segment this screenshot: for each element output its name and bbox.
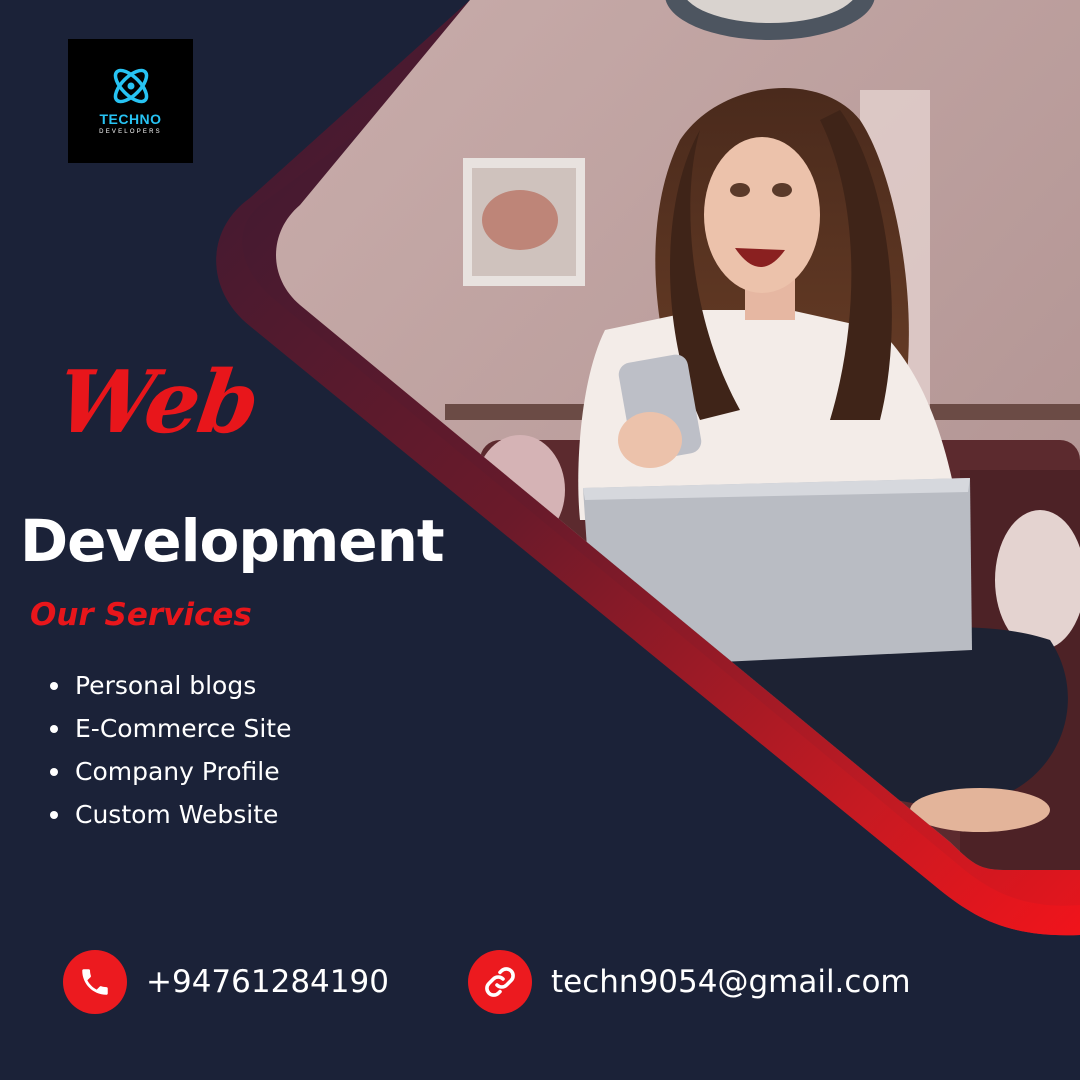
- email-address[interactable]: techn9054@gmail.com: [551, 964, 911, 1000]
- services-list: Personal blogs E-Commerce Site Company P…: [50, 664, 291, 836]
- headline-main-word: Development: [20, 507, 445, 575]
- list-item: Custom Website: [50, 793, 291, 836]
- brand-tagline: DEVELOPERS: [99, 129, 162, 135]
- web-development-flyer: TECHNO DEVELOPERS Web Development Our Se…: [0, 0, 1080, 1080]
- service-label: Custom Website: [75, 800, 279, 829]
- list-item: E-Commerce Site: [50, 707, 291, 750]
- phone-number[interactable]: +94761284190: [146, 964, 389, 1000]
- service-label: Personal blogs: [75, 671, 257, 700]
- list-item: Company Profile: [50, 750, 291, 793]
- link-icon[interactable]: [468, 950, 532, 1014]
- bullet-icon: [50, 810, 58, 819]
- service-label: E-Commerce Site: [75, 714, 292, 743]
- headline-script-word: Web: [50, 352, 264, 453]
- link-glyph: [485, 967, 515, 997]
- brand-name: TECHNO: [99, 111, 162, 127]
- phone-glyph: [82, 969, 108, 995]
- list-item: Personal blogs: [50, 664, 291, 707]
- bullet-icon: [50, 681, 58, 690]
- bullet-icon: [50, 767, 58, 776]
- email-contact[interactable]: techn9054@gmail.com: [468, 950, 911, 1014]
- woman-with-phone-and-laptop-photo: [276, 0, 1080, 870]
- service-label: Company Profile: [75, 757, 280, 786]
- services-heading: Our Services: [30, 597, 252, 633]
- techno-developers-logo: TECHNO DEVELOPERS: [68, 39, 193, 163]
- atom-logo-icon: [113, 68, 148, 104]
- phone-icon[interactable]: [63, 950, 127, 1014]
- bullet-icon: [50, 724, 58, 733]
- phone-contact[interactable]: +94761284190: [63, 950, 389, 1014]
